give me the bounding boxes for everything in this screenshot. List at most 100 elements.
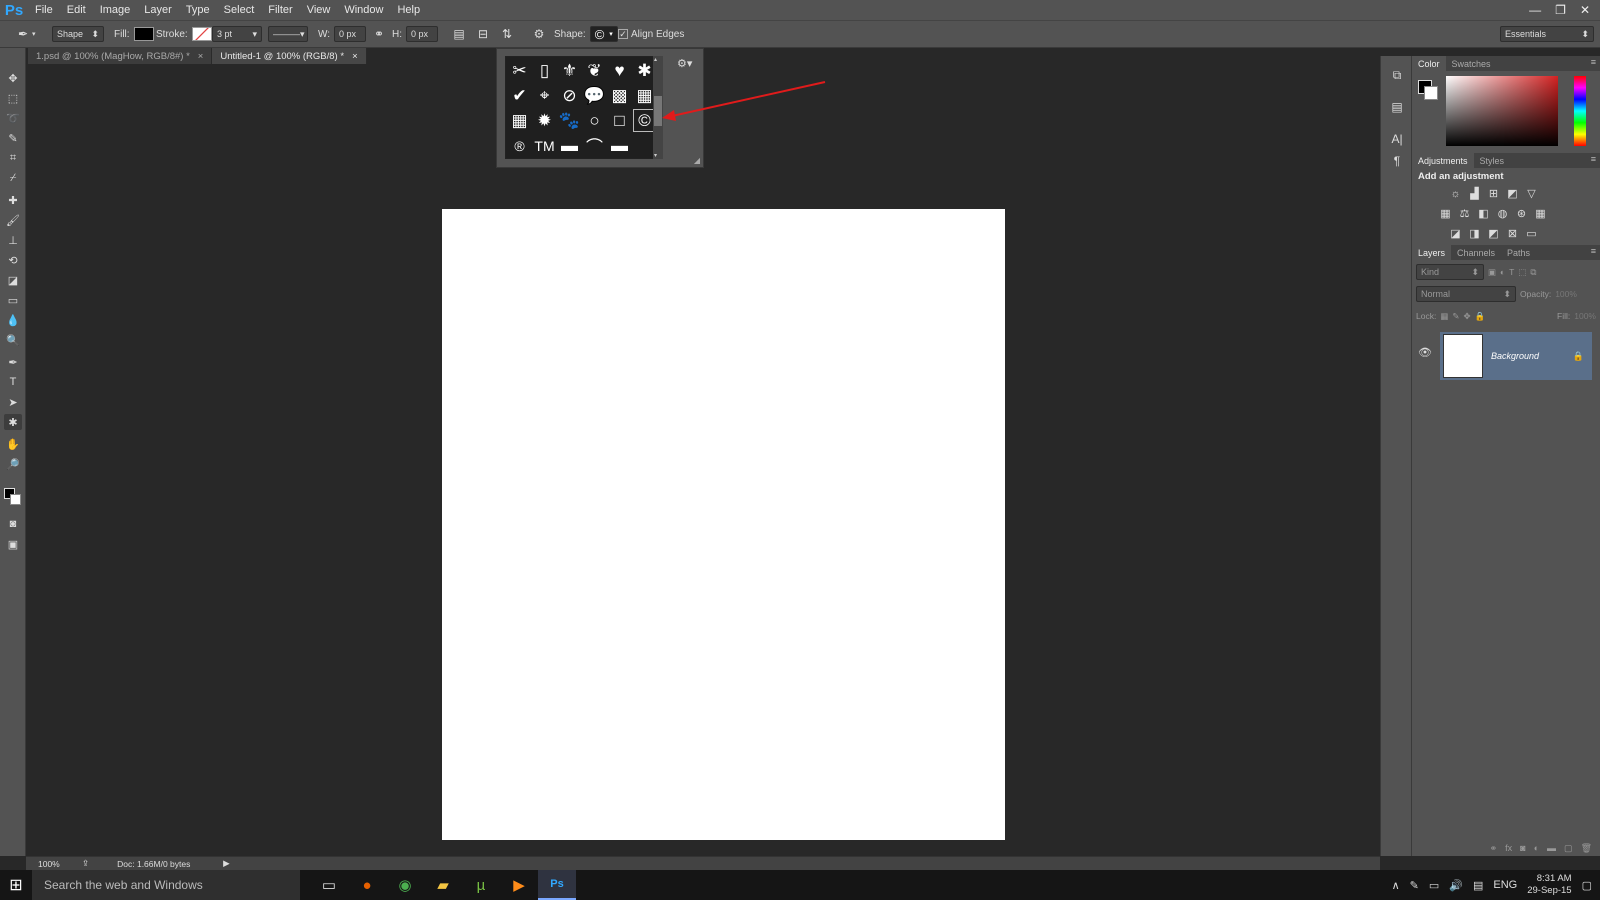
firefox-icon[interactable]: ●: [348, 870, 386, 900]
background-color-swatch[interactable]: [10, 494, 21, 505]
dodge-tool-icon[interactable]: 🔍: [4, 332, 22, 348]
task-view-icon[interactable]: ▭: [310, 870, 348, 900]
zoom-tool-icon[interactable]: 🔎: [4, 456, 22, 472]
document-canvas[interactable]: [442, 209, 1005, 840]
gradient-tool-icon[interactable]: ▭: [4, 292, 22, 308]
canvas-area[interactable]: [26, 64, 1366, 856]
layer-kind-select[interactable]: Kind ⬍: [1416, 264, 1484, 280]
link-layers-icon[interactable]: ⚭: [1490, 843, 1498, 854]
new-layer-icon[interactable]: ▢: [1564, 843, 1573, 854]
invert-icon[interactable]: ◪: [1448, 226, 1463, 241]
stroke-width-field[interactable]: 3 pt ▾: [212, 26, 262, 42]
shape-fleur-de-lis-icon[interactable]: ⚜: [557, 58, 582, 83]
workspace-select[interactable]: Essentials ⬍: [1500, 26, 1594, 42]
shape-circle-icon[interactable]: ○: [582, 108, 607, 133]
gear-icon[interactable]: ⚙: [530, 25, 548, 43]
marquee-tool-icon[interactable]: ⬚: [4, 90, 22, 106]
exposure-icon[interactable]: ◩: [1505, 186, 1520, 201]
link-icon[interactable]: ⚭: [370, 25, 388, 43]
vibrance-icon[interactable]: ▽: [1524, 186, 1539, 201]
photo-filter-icon[interactable]: ◍: [1495, 206, 1510, 221]
picker-scrollbar[interactable]: ▴ ▾: [653, 56, 663, 159]
restore-button[interactable]: ❐: [1555, 3, 1566, 17]
filter-shape-icon[interactable]: ⬚: [1518, 267, 1526, 278]
brightness-icon[interactable]: ☼: [1448, 186, 1463, 201]
shape-target-icon[interactable]: ⌖: [532, 83, 557, 108]
tab-color[interactable]: Color: [1412, 56, 1446, 71]
add-mask-icon[interactable]: ◙: [1520, 843, 1525, 853]
fill-value[interactable]: 100%: [1574, 311, 1596, 321]
shape-speech-bubble-icon[interactable]: 💬: [582, 83, 607, 108]
path-selection-tool-icon[interactable]: ➤: [4, 394, 22, 410]
height-field[interactable]: 0 px: [406, 26, 438, 42]
network-icon[interactable]: ▭: [1429, 879, 1439, 892]
filter-type-icon[interactable]: T: [1509, 267, 1514, 277]
blur-tool-icon[interactable]: 💧: [4, 312, 22, 328]
path-alignment-icon[interactable]: ⊟: [474, 25, 492, 43]
fill-swatch[interactable]: [133, 27, 154, 41]
action-center-icon[interactable]: ▤: [1473, 879, 1483, 892]
blend-mode-select[interactable]: Normal ⬍: [1416, 286, 1516, 302]
export-icon[interactable]: ⇪: [82, 858, 89, 869]
fx-icon[interactable]: fx: [1505, 843, 1512, 853]
menu-view[interactable]: View: [300, 0, 338, 20]
menu-help[interactable]: Help: [390, 0, 427, 20]
shape-trademark-icon[interactable]: TM: [532, 133, 557, 158]
selective-color-icon[interactable]: ⊠: [1505, 226, 1520, 241]
scroll-down-icon[interactable]: ▾: [654, 152, 657, 159]
history-panel-icon[interactable]: ⧉: [1387, 66, 1407, 84]
shape-checkmark-icon[interactable]: ✔: [507, 83, 532, 108]
clone-stamp-tool-icon[interactable]: ⊥: [4, 232, 22, 248]
notifications-icon[interactable]: ▢: [1582, 879, 1592, 892]
resize-handle-icon[interactable]: ◢: [694, 156, 700, 165]
color-balance-icon[interactable]: ⚖: [1457, 206, 1472, 221]
language-indicator[interactable]: ENG: [1493, 879, 1517, 891]
menu-window[interactable]: Window: [337, 0, 390, 20]
quick-selection-tool-icon[interactable]: ✎: [4, 130, 22, 146]
tray-chevron-icon[interactable]: ∧: [1392, 879, 1400, 892]
stroke-type-select[interactable]: ——— ▾: [268, 26, 308, 42]
hue-slider[interactable]: [1574, 76, 1586, 146]
tab-close-icon[interactable]: ×: [352, 51, 358, 62]
path-arrangement-icon[interactable]: ⇅: [498, 25, 516, 43]
shape-registered-icon[interactable]: ®: [507, 133, 532, 158]
shape-paw-icon[interactable]: 🐾: [557, 108, 582, 133]
tab-close-icon[interactable]: ×: [198, 51, 204, 62]
menu-type[interactable]: Type: [179, 0, 217, 20]
status-menu-arrow-icon[interactable]: ▶: [223, 858, 230, 869]
photoshop-icon[interactable]: Ps: [538, 870, 576, 900]
lock-position-icon[interactable]: ✥: [1463, 311, 1470, 322]
panel-menu-icon[interactable]: ≡: [1591, 154, 1596, 164]
windows-start-icon[interactable]: ⊞: [0, 870, 32, 900]
shape-heart-icon[interactable]: ♥: [607, 58, 632, 83]
new-adjustment-icon[interactable]: ◐: [1534, 843, 1539, 853]
color-lookup-icon[interactable]: ▦: [1533, 206, 1548, 221]
move-tool-icon[interactable]: ✥: [4, 70, 22, 86]
menu-edit[interactable]: Edit: [60, 0, 93, 20]
menu-image[interactable]: Image: [93, 0, 138, 20]
tab-1psd[interactable]: 1.psd @ 100% (MagHow, RGB/8#) * ×: [28, 48, 213, 64]
tab-paths[interactable]: Paths: [1501, 245, 1536, 260]
character-panel-icon[interactable]: A|: [1387, 130, 1407, 148]
delete-layer-icon[interactable]: 🗑: [1581, 843, 1592, 854]
file-explorer-icon[interactable]: ▰: [424, 870, 462, 900]
visibility-eye-icon[interactable]: 👁: [1418, 346, 1432, 359]
new-group-icon[interactable]: ▬: [1547, 843, 1556, 853]
tab-layers[interactable]: Layers: [1412, 245, 1452, 260]
menu-file[interactable]: File: [28, 0, 60, 20]
screen-mode-icon[interactable]: ▣: [4, 536, 22, 552]
gradient-map-icon[interactable]: ▭: [1524, 226, 1539, 241]
tool-mode-select[interactable]: Shape ⬍: [52, 26, 104, 42]
paragraph-panel-icon[interactable]: ¶: [1387, 152, 1407, 170]
pen-icon[interactable]: ✎: [1410, 879, 1419, 892]
healing-brush-tool-icon[interactable]: ✚: [4, 192, 22, 208]
tab-styles[interactable]: Styles: [1474, 153, 1511, 168]
shape-frame-icon[interactable]: ▯: [532, 58, 557, 83]
tab-adjustments[interactable]: Adjustments: [1412, 153, 1474, 168]
properties-panel-icon[interactable]: ▤: [1387, 98, 1407, 116]
eraser-tool-icon[interactable]: ◪: [4, 272, 22, 288]
path-operations-icon[interactable]: ▤: [450, 25, 468, 43]
volume-icon[interactable]: 🔊: [1449, 879, 1463, 892]
threshold-icon[interactable]: ◩: [1486, 226, 1501, 241]
align-edges-checkbox[interactable]: ✓: [618, 29, 628, 39]
